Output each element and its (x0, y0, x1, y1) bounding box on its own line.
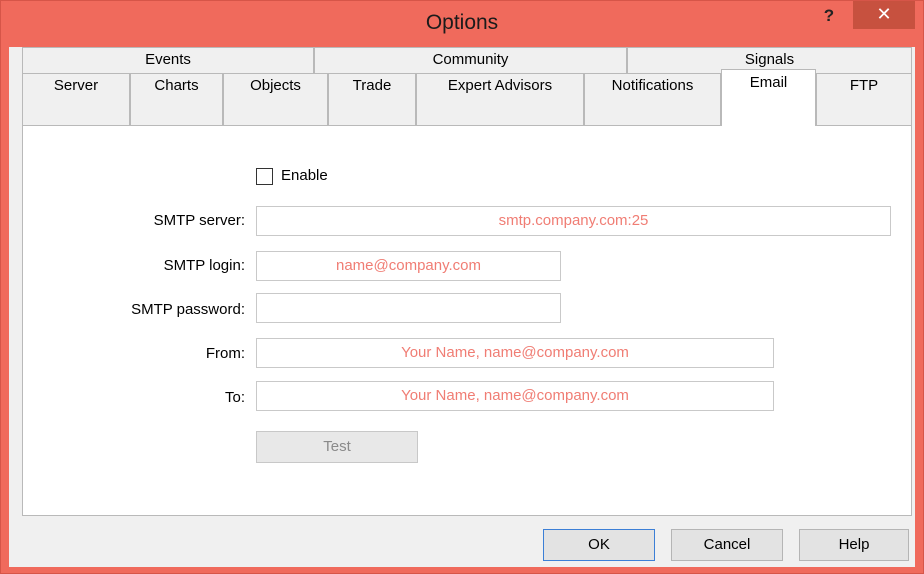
tab-community[interactable]: Community (314, 47, 627, 73)
tab-trade[interactable]: Trade (328, 73, 416, 125)
options-dialog: Options ? ✕ Events Community Signals Ser… (0, 0, 924, 574)
tab-objects[interactable]: Objects (223, 73, 328, 125)
to-input[interactable]: Your Name, name@company.com (256, 381, 774, 411)
tab-ftp[interactable]: FTP (816, 73, 912, 125)
dialog-title: Options (425, 11, 499, 34)
from-input[interactable]: Your Name, name@company.com (256, 338, 774, 368)
ok-button[interactable]: OK (543, 529, 655, 561)
smtp-server-label: SMTP server: (153, 212, 245, 229)
help-button[interactable]: Help (799, 529, 909, 561)
dialog-client-area: Events Community Signals Server Charts O… (9, 47, 915, 567)
tab-expert-advisors[interactable]: Expert Advisors (416, 73, 584, 125)
tab-charts[interactable]: Charts (130, 73, 223, 125)
enable-label[interactable]: Enable (281, 167, 328, 184)
cancel-button[interactable]: Cancel (671, 529, 783, 561)
to-label: To: (224, 389, 245, 406)
from-label: From: (205, 345, 245, 362)
enable-checkbox[interactable] (256, 168, 273, 185)
tab-email[interactable]: Email (721, 69, 816, 126)
email-tab-panel: Enable SMTP server: smtp.company.com:25 … (22, 125, 912, 516)
smtp-login-input[interactable]: name@company.com (256, 251, 561, 281)
test-button[interactable]: Test (256, 431, 418, 463)
smtp-server-input[interactable]: smtp.company.com:25 (256, 206, 891, 236)
title-bar[interactable]: Options ? ✕ (1, 1, 923, 47)
smtp-password-label: SMTP password: (131, 301, 245, 318)
close-icon[interactable]: ✕ (853, 1, 915, 29)
tab-server[interactable]: Server (22, 73, 130, 125)
smtp-login-label: SMTP login: (163, 257, 245, 274)
help-question-icon[interactable]: ? (811, 5, 847, 31)
smtp-password-input[interactable] (256, 293, 561, 323)
tab-events[interactable]: Events (22, 47, 314, 73)
tab-notifications[interactable]: Notifications (584, 73, 721, 125)
